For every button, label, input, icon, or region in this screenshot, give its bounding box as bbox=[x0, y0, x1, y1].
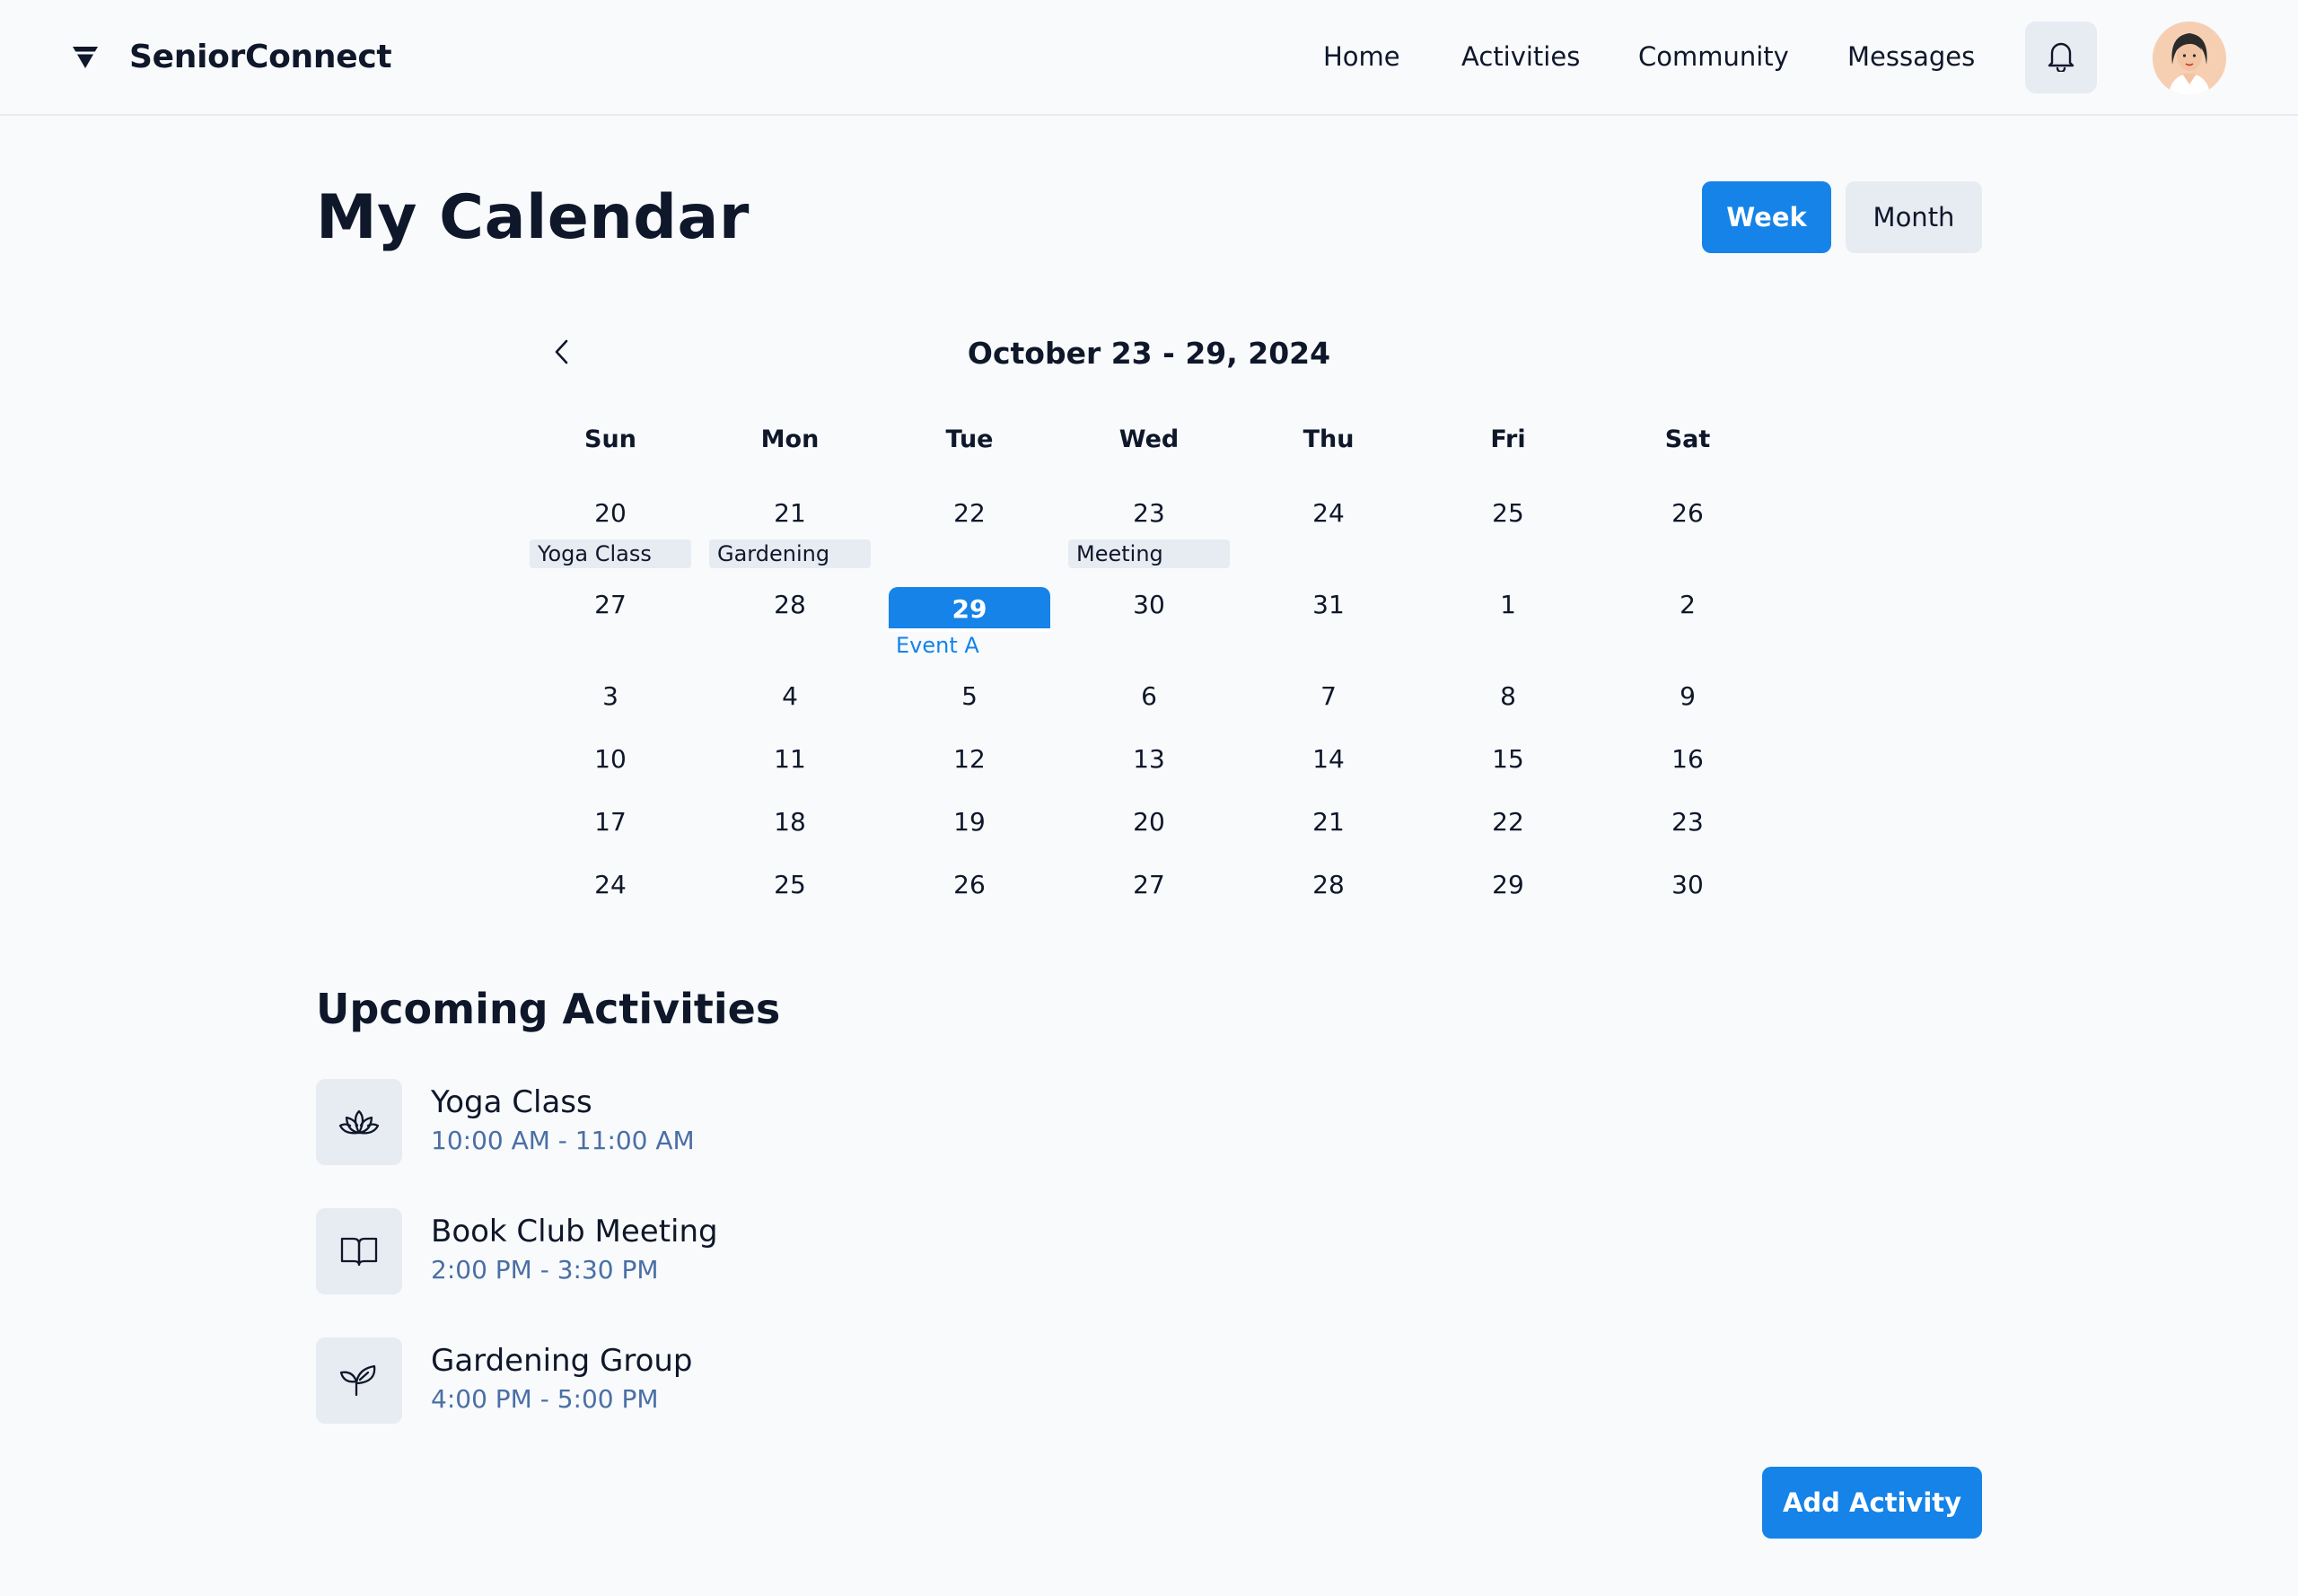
calendar-day[interactable]: 21 bbox=[709, 491, 871, 536]
calendar-day[interactable]: 20 bbox=[530, 491, 691, 536]
nav-home[interactable]: Home bbox=[1323, 36, 1400, 77]
calendar-day[interactable]: 17 bbox=[530, 800, 691, 845]
chevron-left-icon bbox=[553, 338, 571, 369]
notifications-button[interactable] bbox=[2025, 22, 2097, 93]
event-chip-meeting[interactable]: Meeting bbox=[1068, 539, 1230, 568]
upcoming-activities-title: Upcoming Activities bbox=[316, 985, 781, 1033]
calendar-day[interactable]: 26 bbox=[1607, 491, 1768, 536]
calendar-day[interactable]: 19 bbox=[889, 800, 1050, 845]
event-chip-gardening[interactable]: Gardening bbox=[709, 539, 871, 568]
activity-item-book-club[interactable]: Book Club Meeting 2:00 PM - 3:30 PM bbox=[316, 1208, 1124, 1296]
calendar-day[interactable]: 10 bbox=[530, 737, 691, 782]
activity-item-gardening-group[interactable]: Gardening Group 4:00 PM - 5:00 PM bbox=[316, 1337, 1124, 1425]
calendar-day-selected[interactable]: 29 bbox=[889, 587, 1050, 632]
calendar-day[interactable]: 25 bbox=[709, 863, 871, 908]
brand[interactable]: SeniorConnect bbox=[72, 34, 392, 79]
calendar-day[interactable]: 28 bbox=[1248, 863, 1409, 908]
top-navigation-bar: SeniorConnect Home Activities Community … bbox=[0, 0, 2298, 116]
calendar-day[interactable]: 13 bbox=[1068, 737, 1230, 782]
calendar-day[interactable]: 8 bbox=[1427, 674, 1589, 719]
calendar-day[interactable]: 11 bbox=[709, 737, 871, 782]
calendar-day[interactable]: 14 bbox=[1248, 737, 1409, 782]
calendar-day[interactable]: 29 bbox=[1427, 863, 1589, 908]
lotus-icon bbox=[316, 1079, 402, 1165]
brand-name: SeniorConnect bbox=[129, 38, 392, 75]
nav-activities[interactable]: Activities bbox=[1461, 36, 1580, 77]
activity-time: 2:00 PM - 3:30 PM bbox=[431, 1255, 659, 1285]
calendar-day[interactable]: 12 bbox=[889, 737, 1050, 782]
calendar-day[interactable]: 18 bbox=[709, 800, 871, 845]
calendar-day[interactable]: 25 bbox=[1427, 491, 1589, 536]
sprout-icon bbox=[316, 1337, 402, 1424]
bell-icon bbox=[2046, 39, 2076, 75]
week-view-button[interactable]: Week bbox=[1702, 181, 1831, 253]
calendar-day[interactable]: 9 bbox=[1607, 674, 1768, 719]
date-range-title: October 23 - 29, 2024 bbox=[967, 336, 1331, 371]
weekday-header: Thu bbox=[1302, 425, 1355, 453]
weekday-header: Sat bbox=[1664, 425, 1711, 453]
event-chip-event-a[interactable]: Event A bbox=[889, 631, 1050, 660]
page-title: My Calendar bbox=[316, 182, 750, 253]
calendar-day[interactable]: 5 bbox=[889, 674, 1050, 719]
calendar-day[interactable]: 2 bbox=[1607, 583, 1768, 627]
calendar-day[interactable]: 28 bbox=[709, 583, 871, 627]
calendar-day[interactable]: 24 bbox=[530, 863, 691, 908]
calendar-day[interactable]: 20 bbox=[1068, 800, 1230, 845]
calendar-day[interactable]: 3 bbox=[530, 674, 691, 719]
weekday-header: Wed bbox=[1118, 425, 1180, 453]
month-view-button[interactable]: Month bbox=[1846, 181, 1982, 253]
activity-name: Yoga Class bbox=[431, 1084, 592, 1120]
calendar-day[interactable]: 30 bbox=[1607, 863, 1768, 908]
calendar-day[interactable]: 24 bbox=[1248, 491, 1409, 536]
weekday-header: Tue bbox=[945, 425, 994, 453]
user-avatar[interactable] bbox=[2153, 22, 2226, 95]
calendar-day[interactable]: 7 bbox=[1248, 674, 1409, 719]
nav-messages[interactable]: Messages bbox=[1847, 36, 1975, 77]
calendar-day[interactable]: 30 bbox=[1068, 583, 1230, 627]
calendar-day[interactable]: 21 bbox=[1248, 800, 1409, 845]
calendar-day[interactable]: 4 bbox=[709, 674, 871, 719]
calendar-day[interactable]: 27 bbox=[1068, 863, 1230, 908]
add-activity-button[interactable]: Add Activity bbox=[1762, 1467, 1982, 1539]
weekday-header: Fri bbox=[1490, 425, 1526, 453]
calendar-day[interactable]: 22 bbox=[1427, 800, 1589, 845]
calendar-day[interactable]: 31 bbox=[1248, 583, 1409, 627]
event-chip-yoga-class[interactable]: Yoga Class bbox=[530, 539, 691, 568]
calendar-day[interactable]: 6 bbox=[1068, 674, 1230, 719]
calendar-day[interactable]: 15 bbox=[1427, 737, 1589, 782]
book-icon bbox=[316, 1208, 402, 1294]
weekday-header: Mon bbox=[760, 425, 820, 453]
activity-name: Gardening Group bbox=[431, 1343, 693, 1379]
calendar-day[interactable]: 1 bbox=[1427, 583, 1589, 627]
activity-name: Book Club Meeting bbox=[431, 1214, 718, 1250]
activity-time: 4:00 PM - 5:00 PM bbox=[431, 1384, 659, 1414]
weekday-header: Sun bbox=[584, 425, 636, 453]
calendar-day[interactable]: 22 bbox=[889, 491, 1050, 536]
activity-item-yoga-class[interactable]: Yoga Class 10:00 AM - 11:00 AM bbox=[316, 1079, 1124, 1167]
calendar-day[interactable]: 16 bbox=[1607, 737, 1768, 782]
previous-week-button[interactable] bbox=[544, 334, 580, 373]
activity-time: 10:00 AM - 11:00 AM bbox=[431, 1126, 695, 1155]
nav-community[interactable]: Community bbox=[1638, 36, 1789, 77]
calendar-day[interactable]: 23 bbox=[1607, 800, 1768, 845]
calendar-day[interactable]: 26 bbox=[889, 863, 1050, 908]
logo-icon bbox=[72, 43, 99, 70]
calendar-day[interactable]: 23 bbox=[1068, 491, 1230, 536]
calendar-day[interactable]: 27 bbox=[530, 583, 691, 627]
